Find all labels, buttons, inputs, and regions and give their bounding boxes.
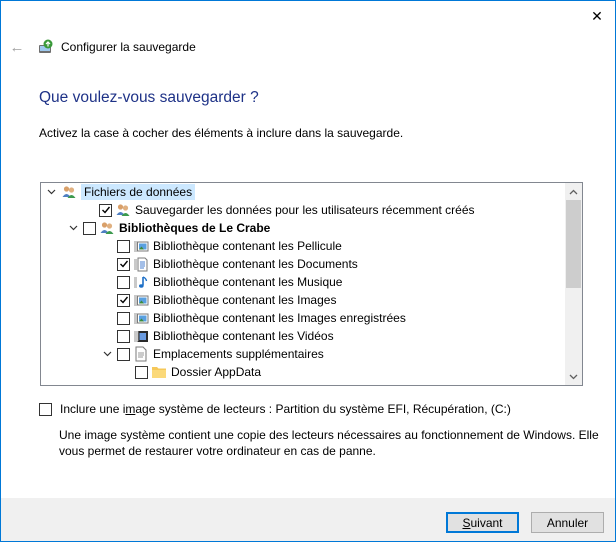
tree-expand-chevron-icon[interactable] xyxy=(67,222,79,234)
tree-item-label: Bibliothèque contenant les Vidéos xyxy=(153,329,334,343)
tree-item-label: Bibliothèques de Le Crabe xyxy=(119,221,271,235)
system-image-option[interactable]: Inclure une image système de lecteurs : … xyxy=(39,402,511,416)
tree-item[interactable]: Bibliothèque contenant les Images enregi… xyxy=(101,309,406,327)
tree-item[interactable]: Bibliothèque contenant les Documents xyxy=(101,255,358,273)
tree-item-checkbox[interactable] xyxy=(99,203,112,217)
tree-item-label: Bibliothèque contenant les Musique xyxy=(153,275,343,289)
system-image-description: Une image système contient une copie des… xyxy=(59,428,599,458)
close-button[interactable]: ✕ xyxy=(583,3,611,29)
title-bar: ✕ xyxy=(1,1,615,33)
picture-library-icon xyxy=(133,238,149,254)
scroll-down-button[interactable] xyxy=(565,368,582,385)
tree-item[interactable]: Emplacements supplémentaires xyxy=(101,345,324,363)
chevron-down-icon xyxy=(569,374,578,379)
tree-item-label: Emplacements supplémentaires xyxy=(153,347,324,361)
tree-item-label: Bibliothèque contenant les Images xyxy=(153,293,337,307)
tree-item-checkbox[interactable] xyxy=(83,221,96,235)
videos-library-icon xyxy=(133,328,149,344)
back-button[interactable]: ← xyxy=(7,37,27,57)
tree-item[interactable]: Bibliothèque contenant les Musique xyxy=(101,273,342,291)
tree-item-label: Bibliothèque contenant les Images enregi… xyxy=(153,311,406,325)
dialog-footer: Suivant Annuler xyxy=(1,498,615,541)
system-image-checkbox[interactable] xyxy=(39,402,52,416)
instruction-text: Activez la case à cocher des éléments à … xyxy=(39,126,404,140)
scroll-up-button[interactable] xyxy=(565,183,582,200)
tree-item-checkbox[interactable] xyxy=(117,275,130,289)
music-library-icon xyxy=(133,274,149,290)
tree-item-checkbox[interactable] xyxy=(117,293,130,307)
tree-item[interactable]: Sauvegarder les données pour les utilisa… xyxy=(83,201,475,219)
pictures-library-icon xyxy=(133,292,149,308)
backup-app-icon xyxy=(37,39,55,55)
tree-item-checkbox[interactable] xyxy=(117,239,130,253)
tree-item[interactable]: Bibliothèque contenant les Pellicule xyxy=(101,237,342,255)
back-arrow-icon: ← xyxy=(9,38,25,56)
window-title: Configurer la sauvegarde xyxy=(61,40,196,54)
tree-item-label: Bibliothèque contenant les Documents xyxy=(153,257,358,271)
scroll-thumb[interactable] xyxy=(566,200,581,288)
next-button[interactable]: Suivant xyxy=(446,512,519,533)
tree-item-label: Sauvegarder les données pour les utilisa… xyxy=(135,203,475,217)
tree-item[interactable]: Bibliothèque contenant les Images xyxy=(101,291,336,309)
tree-expand-chevron-icon[interactable] xyxy=(45,186,57,198)
documents-library-icon xyxy=(133,256,149,272)
tree-scrollbar[interactable] xyxy=(565,183,582,385)
tree-item-checkbox[interactable] xyxy=(117,257,130,271)
tree-item[interactable]: Bibliothèques de Le Crabe xyxy=(67,219,270,237)
users-icon xyxy=(61,184,77,200)
locations-icon xyxy=(133,346,149,362)
tree-item-checkbox[interactable] xyxy=(135,365,148,379)
tree-expand-chevron-icon[interactable] xyxy=(101,348,113,360)
tree-item-checkbox[interactable] xyxy=(117,347,130,361)
users-icon xyxy=(99,220,115,236)
tree-item-checkbox[interactable] xyxy=(117,329,130,343)
saved-pictures-library-icon xyxy=(133,310,149,326)
tree-item-label: Bibliothèque contenant les Pellicule xyxy=(153,239,342,253)
dialog-header: ← Configurer la sauvegarde xyxy=(1,31,615,63)
tree-item-label: Fichiers de données xyxy=(81,184,196,200)
tree-item-label: Dossier AppData xyxy=(171,365,262,379)
backup-dialog-window: ✕ ← Configurer la sauvegarde Que voulez-… xyxy=(0,0,616,542)
close-icon: ✕ xyxy=(591,7,603,24)
system-image-label[interactable]: Inclure une image système de lecteurs : … xyxy=(60,402,511,416)
tree-item[interactable]: Fichiers de données xyxy=(45,183,196,201)
page-title: Que voulez-vous sauvegarder ? xyxy=(39,89,259,106)
users-icon xyxy=(115,202,131,218)
folder-icon xyxy=(151,364,167,380)
chevron-up-icon xyxy=(569,189,578,194)
backup-items-tree[interactable]: Fichiers de données Sauvegarder les donné… xyxy=(40,182,583,386)
cancel-button[interactable]: Annuler xyxy=(531,512,604,533)
tree-item-checkbox[interactable] xyxy=(117,311,130,325)
tree-item[interactable]: Bibliothèque contenant les Vidéos xyxy=(101,327,334,345)
tree-item[interactable]: Dossier AppData xyxy=(119,363,261,381)
